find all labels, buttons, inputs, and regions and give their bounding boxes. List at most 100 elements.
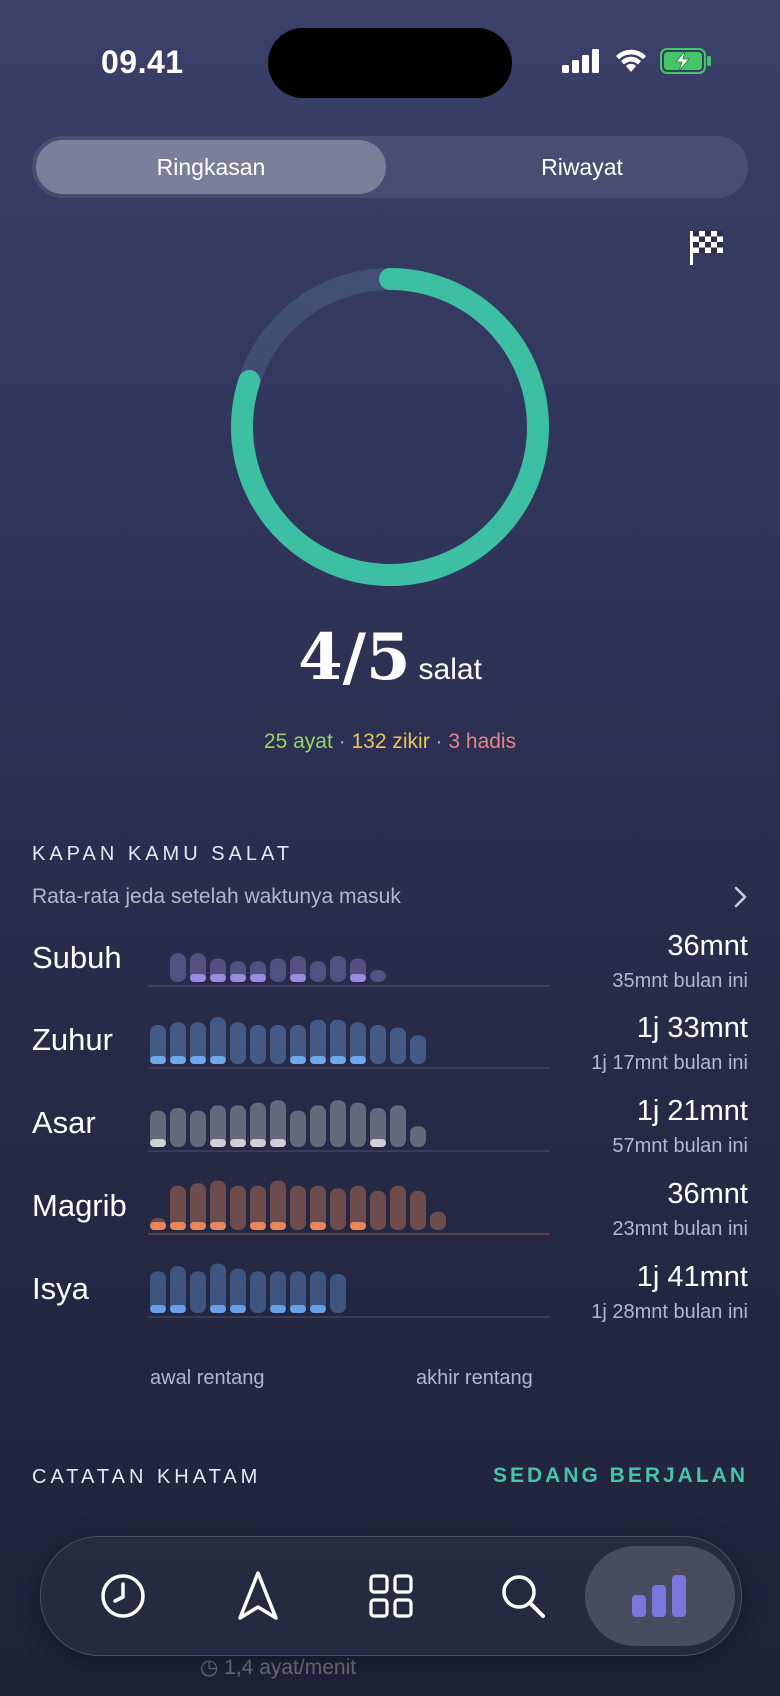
stats-tab[interactable] <box>585 1546 735 1646</box>
tab-history[interactable]: Riwayat <box>422 140 742 194</box>
chart-mark <box>190 974 206 982</box>
prayer-distribution-chart <box>148 1017 550 1069</box>
prayer-count-value: 4/5 <box>298 620 411 695</box>
prayer-distribution-chart <box>148 1180 550 1235</box>
chart-bar <box>430 1211 446 1230</box>
prayer-section-title: KAPAN KAMU SALAT <box>32 843 294 865</box>
prayer-distribution-chart <box>148 953 550 987</box>
chart-mark <box>250 1139 266 1147</box>
chart-bar <box>370 1191 386 1230</box>
chart-bar <box>170 1108 186 1147</box>
prayer-name: Zuhur <box>32 1022 113 1057</box>
chart-mark <box>270 1305 286 1313</box>
status-time: 09.41 <box>101 44 184 80</box>
chart-mark <box>230 1139 246 1147</box>
chart-bar <box>370 1025 386 1064</box>
separator: · <box>435 730 443 753</box>
chart-mark <box>150 1222 166 1230</box>
chart-mark <box>150 1056 166 1064</box>
bar-chart-icon <box>632 1575 686 1617</box>
prayer-distribution-chart <box>148 1100 550 1152</box>
chart-mark <box>350 974 366 982</box>
daily-stats: 25 ayat · 132 zikir · 3 hadis <box>0 730 780 754</box>
zikir-count: 132 zikir <box>351 730 430 753</box>
chart-mark <box>210 1139 226 1147</box>
chart-bar <box>410 1126 426 1147</box>
chart-bar <box>390 1185 406 1230</box>
chart-bar <box>250 1271 266 1313</box>
apps-tab[interactable] <box>341 1546 441 1646</box>
prayer-row-magrib[interactable]: Magrib 36mnt 23mnt bulan ini <box>0 1178 780 1258</box>
chart-mark <box>230 1305 246 1313</box>
chart-bar <box>350 1102 366 1147</box>
search-tab[interactable] <box>473 1546 573 1646</box>
prayer-average: 36mnt <box>667 930 748 962</box>
chart-mark <box>150 1139 166 1147</box>
prayer-row-isya[interactable]: Isya 1j 41mnt 1j 28mnt bulan ini <box>0 1261 780 1341</box>
chart-bar <box>190 1110 206 1147</box>
prayer-row-asar[interactable]: Asar 1j 21mnt 57mnt bulan ini <box>0 1095 780 1175</box>
signal-icon <box>562 49 599 73</box>
chart-mark <box>170 1305 186 1313</box>
chart-mark <box>250 974 266 982</box>
khatam-status[interactable]: SEDANG BERJALAN <box>493 1464 748 1488</box>
prayer-count-unit: salat <box>418 653 482 686</box>
history-tab[interactable] <box>73 1546 173 1646</box>
chart-bar <box>330 1100 346 1147</box>
chart-mark <box>210 1222 226 1230</box>
chart-mark <box>150 1305 166 1313</box>
prayer-name: Isya <box>32 1271 89 1306</box>
chart-mark <box>170 1056 186 1064</box>
chart-bar <box>270 1025 286 1064</box>
chart-bar <box>310 961 326 982</box>
chart-bar <box>330 1188 346 1230</box>
prayer-average: 1j 21mnt <box>636 1095 748 1127</box>
prayer-average-month: 1j 28mnt bulan ini <box>591 1301 748 1323</box>
prayer-distribution-chart <box>148 1263 550 1318</box>
prayer-name: Subuh <box>32 940 122 975</box>
tab-summary[interactable]: Ringkasan <box>36 140 386 194</box>
checkered-flag-icon[interactable] <box>688 228 726 271</box>
ayat-count: 25 ayat <box>263 730 333 753</box>
chart-bar <box>250 1025 266 1064</box>
chart-bar <box>390 1105 406 1147</box>
chart-mark <box>370 1139 386 1147</box>
search-icon <box>502 1575 545 1618</box>
wifi-icon <box>616 49 646 72</box>
chart-mark <box>210 974 226 982</box>
chart-mark <box>350 1222 366 1230</box>
chevron-right-icon[interactable] <box>732 884 750 910</box>
axis-start-label: awal rentang <box>150 1367 265 1389</box>
prayer-average: 36mnt <box>667 1178 748 1210</box>
grid-icon <box>369 1574 413 1618</box>
prayer-row-zuhur[interactable]: Zuhur 1j 33mnt 1j 17mnt bulan ini <box>0 1012 780 1092</box>
status-icons <box>562 48 712 74</box>
chart-bar <box>370 970 386 982</box>
prayer-name: Magrib <box>32 1188 127 1223</box>
axis-end-label: akhir rentang <box>416 1367 533 1389</box>
prayer-row-subuh[interactable]: Subuh 36mnt 35mnt bulan ini <box>0 930 780 1010</box>
chart-mark <box>350 1056 366 1064</box>
chart-mark <box>190 1056 206 1064</box>
chart-mark <box>310 1305 326 1313</box>
khatam-title: CATATAN KHATAM <box>32 1466 262 1488</box>
chart-mark <box>210 1305 226 1313</box>
chart-mark <box>270 1222 286 1230</box>
chart-bar <box>410 1191 426 1230</box>
dynamic-island <box>268 28 512 98</box>
clock-icon <box>101 1574 145 1618</box>
prayer-name: Asar <box>32 1105 96 1140</box>
prayer-section-subtitle[interactable]: Rata-rata jeda setelah waktunya masuk <box>32 885 401 909</box>
chart-bar <box>290 1110 306 1147</box>
chart-mark <box>210 1056 226 1064</box>
chart-bar <box>390 1027 406 1064</box>
battery-charging-icon <box>660 48 711 74</box>
qibla-tab[interactable] <box>208 1546 308 1646</box>
chart-mark <box>170 1222 186 1230</box>
chart-mark <box>290 974 306 982</box>
prayer-average-month: 35mnt bulan ini <box>612 970 748 992</box>
chart-bar <box>170 953 186 982</box>
chart-bar <box>330 1274 346 1313</box>
reading-rate-value: 1,4 ayat/menit <box>224 1656 357 1679</box>
chart-bar <box>230 1022 246 1064</box>
